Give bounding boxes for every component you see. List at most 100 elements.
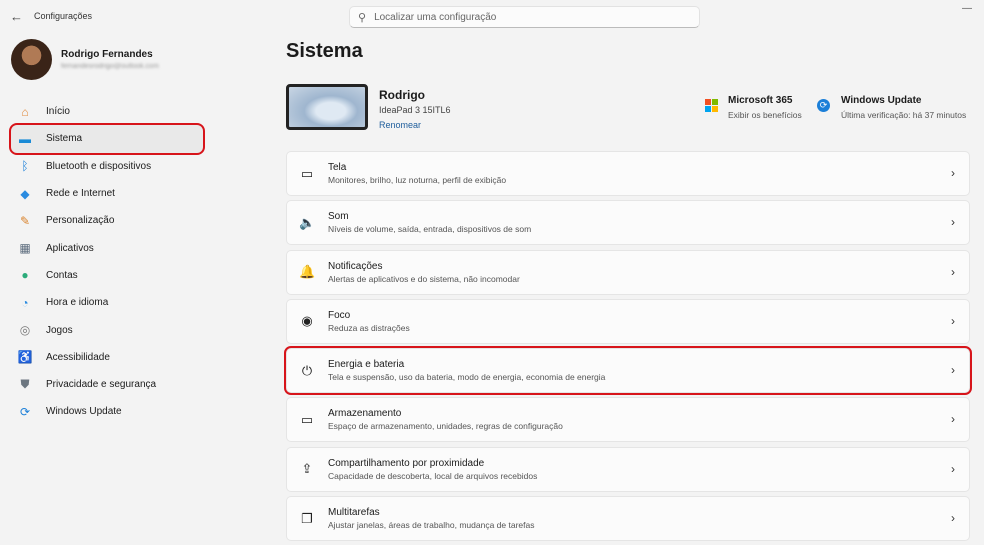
card-title: Som <box>328 211 349 223</box>
sidebar-item-sistema[interactable]: ▬ Sistema <box>9 123 205 155</box>
sidebar-item-bluetooth[interactable]: ᛒ Bluetooth e dispositivos <box>11 153 203 180</box>
search-input[interactable]: ⚲ Localizar uma configuração <box>349 6 700 28</box>
sidebar-item-contas[interactable]: ● Contas <box>11 262 203 289</box>
windows-update-promo[interactable]: ⟳ Windows Update Última verificação: há 3… <box>817 95 966 120</box>
display-icon: ▭ <box>300 165 314 181</box>
apps-icon: ▦ <box>19 241 31 256</box>
profile-name: Rodrigo Fernandes <box>61 49 153 60</box>
card-title: Compartilhamento por proximidade <box>328 457 485 469</box>
card-subtitle: Capacidade de descoberta, local de arqui… <box>328 470 538 481</box>
card-title: Energia e bateria <box>328 359 405 371</box>
update-icon: ⟳ <box>19 404 31 419</box>
chevron-right-icon: › <box>951 412 955 427</box>
device-model: IdeaPad 3 15ITL6 <box>379 105 451 115</box>
home-icon: ⌂ <box>21 104 29 119</box>
settings-card-display[interactable]: ▭ Tela Monitores, brilho, luz noturna, per… <box>286 151 970 196</box>
sidebar-item-rede[interactable]: ◆ Rede e Internet <box>11 180 203 207</box>
microsoft-logo-icon <box>705 99 718 112</box>
promo-title: Windows Update <box>841 95 922 106</box>
sidebar-item-hora[interactable]: ◔ Hora e idioma <box>11 289 203 316</box>
sidebar-item-label: Início <box>46 106 70 118</box>
gamepad-icon: ◎ <box>19 323 31 338</box>
device-wallpaper-thumbnail <box>286 84 368 130</box>
sidebar-item-label: Privacidade e segurança <box>46 379 157 391</box>
sidebar-nav: ⌂ Início ▬ Sistema ᛒ Bluetooth e dispositivos… <box>9 98 205 426</box>
sidebar-item-label: Acessibilidade <box>46 351 110 363</box>
profile-email: fernandesrodrigo@outlook.com <box>61 63 159 70</box>
card-subtitle: Tela e suspensão, uso da bateria, modo d… <box>328 372 606 383</box>
settings-card-multitask[interactable]: ❐ Multitarefas Ajustar janelas, áreas de t… <box>286 496 970 542</box>
chevron-right-icon: › <box>951 264 955 279</box>
update-icon: ⟳ <box>817 99 830 112</box>
shield-icon: ⛊ <box>20 377 30 392</box>
back-button[interactable]: ← <box>10 9 23 24</box>
sidebar-item-label: Jogos <box>46 324 73 336</box>
chevron-right-icon: › <box>951 461 955 476</box>
sidebar-item-inicio[interactable]: ⌂ Início <box>11 98 203 125</box>
sidebar-item-label: Hora e idioma <box>46 297 109 309</box>
settings-list: ▭ Tela Monitores, brilho, luz noturna, per… <box>284 151 972 545</box>
chevron-right-icon: › <box>951 313 955 328</box>
minimize-button[interactable]: — <box>962 3 972 14</box>
sidebar-item-label: Bluetooth e dispositivos <box>46 160 152 172</box>
promo-subtitle: Exibir os benefícios <box>728 110 802 120</box>
page-title: Sistema <box>286 40 363 62</box>
promo-title: Microsoft 365 <box>728 95 793 106</box>
settings-card-power[interactable]: ⏻ Energia e bateria Tela e suspensão, uso … <box>284 346 972 396</box>
settings-card-share[interactable]: ⇪ Compartilhamento por proximidade Capacid… <box>286 446 970 492</box>
card-title: Notificações <box>328 260 383 272</box>
bell-icon: 🔔 <box>299 264 316 280</box>
system-icon: ▬ <box>19 131 31 146</box>
sidebar-item-acessibilidade[interactable]: ♿ Acessibilidade <box>11 344 203 371</box>
app-title: Configurações <box>34 11 93 21</box>
sidebar-item-label: Rede e Internet <box>46 188 115 200</box>
microsoft-365-promo[interactable]: Microsoft 365 Exibir os benefícios <box>705 95 802 120</box>
settings-card-speaker[interactable]: 🔈 Som Níveis de volume, saída, entrada, di… <box>286 200 970 246</box>
card-title: Multitarefas <box>328 507 380 519</box>
sidebar-item-label: Sistema <box>46 133 83 145</box>
storage-icon: ▭ <box>300 411 314 427</box>
share-icon: ⇪ <box>301 461 313 477</box>
search-icon: ⚲ <box>358 11 367 24</box>
card-subtitle: Ajustar janelas, áreas de trabalho, muda… <box>328 520 535 531</box>
device-name: Rodrigo <box>379 88 425 102</box>
settings-card-bell[interactable]: 🔔 Notificações Alertas de aplicativos e do… <box>286 249 970 295</box>
search-placeholder: Localizar uma configuração <box>374 11 497 23</box>
sidebar-item-label: Contas <box>46 269 78 281</box>
accessibility-icon: ♿ <box>17 350 33 365</box>
user-profile[interactable]: Rodrigo Fernandes fernandesrodrigo@outlo… <box>11 39 159 80</box>
power-icon: ⏻ <box>301 362 313 378</box>
chevron-right-icon: › <box>951 363 955 378</box>
sidebar-item-privacidade[interactable]: ⛊ Privacidade e segurança <box>11 371 203 398</box>
avatar <box>11 39 52 80</box>
sidebar-item-aplicativos[interactable]: ▦ Aplicativos <box>11 234 203 261</box>
sidebar-item-label: Aplicativos <box>46 242 94 254</box>
chevron-right-icon: › <box>951 511 955 526</box>
settings-card-focus[interactable]: ◉ Foco Reduza as distrações › <box>286 298 970 344</box>
bluetooth-icon: ᛒ <box>21 159 29 174</box>
title-bar: ← Configurações ⚲ Localizar uma configur… <box>0 0 984 34</box>
focus-icon: ◉ <box>301 313 313 329</box>
chevron-right-icon: › <box>951 215 955 230</box>
globe-clock-icon: ◔ <box>21 295 29 310</box>
card-title: Foco <box>328 309 351 321</box>
multitask-icon: ❐ <box>301 510 313 526</box>
sidebar-item-label: Personalização <box>46 215 115 227</box>
settings-card-storage[interactable]: ▭ Armazenamento Espaço de armazenamento, u… <box>286 397 970 443</box>
brush-icon: ✎ <box>19 213 31 228</box>
card-subtitle: Monitores, brilho, luz noturna, perfil d… <box>328 175 507 185</box>
card-subtitle: Alertas de aplicativos e do sistema, não… <box>328 273 520 284</box>
rename-link[interactable]: Renomear <box>379 120 451 130</box>
card-title: Tela <box>328 162 347 173</box>
device-info: Rodrigo IdeaPad 3 15ITL6 Renomear <box>286 84 451 130</box>
promo-subtitle: Última verificação: há 37 minutos <box>841 110 967 120</box>
speaker-icon: 🔈 <box>299 214 316 230</box>
sidebar-item-jogos[interactable]: ◎ Jogos <box>11 316 203 343</box>
sidebar-item-personalizacao[interactable]: ✎ Personalização <box>11 207 203 234</box>
sidebar-item-windows[interactable]: ⟳ Windows Update <box>11 398 203 425</box>
card-subtitle: Níveis de volume, saída, entrada, dispos… <box>328 224 532 235</box>
chevron-right-icon: › <box>951 166 955 180</box>
accounts-icon: ● <box>21 268 29 283</box>
card-title: Armazenamento <box>328 408 402 420</box>
sidebar-item-label: Windows Update <box>46 406 122 418</box>
